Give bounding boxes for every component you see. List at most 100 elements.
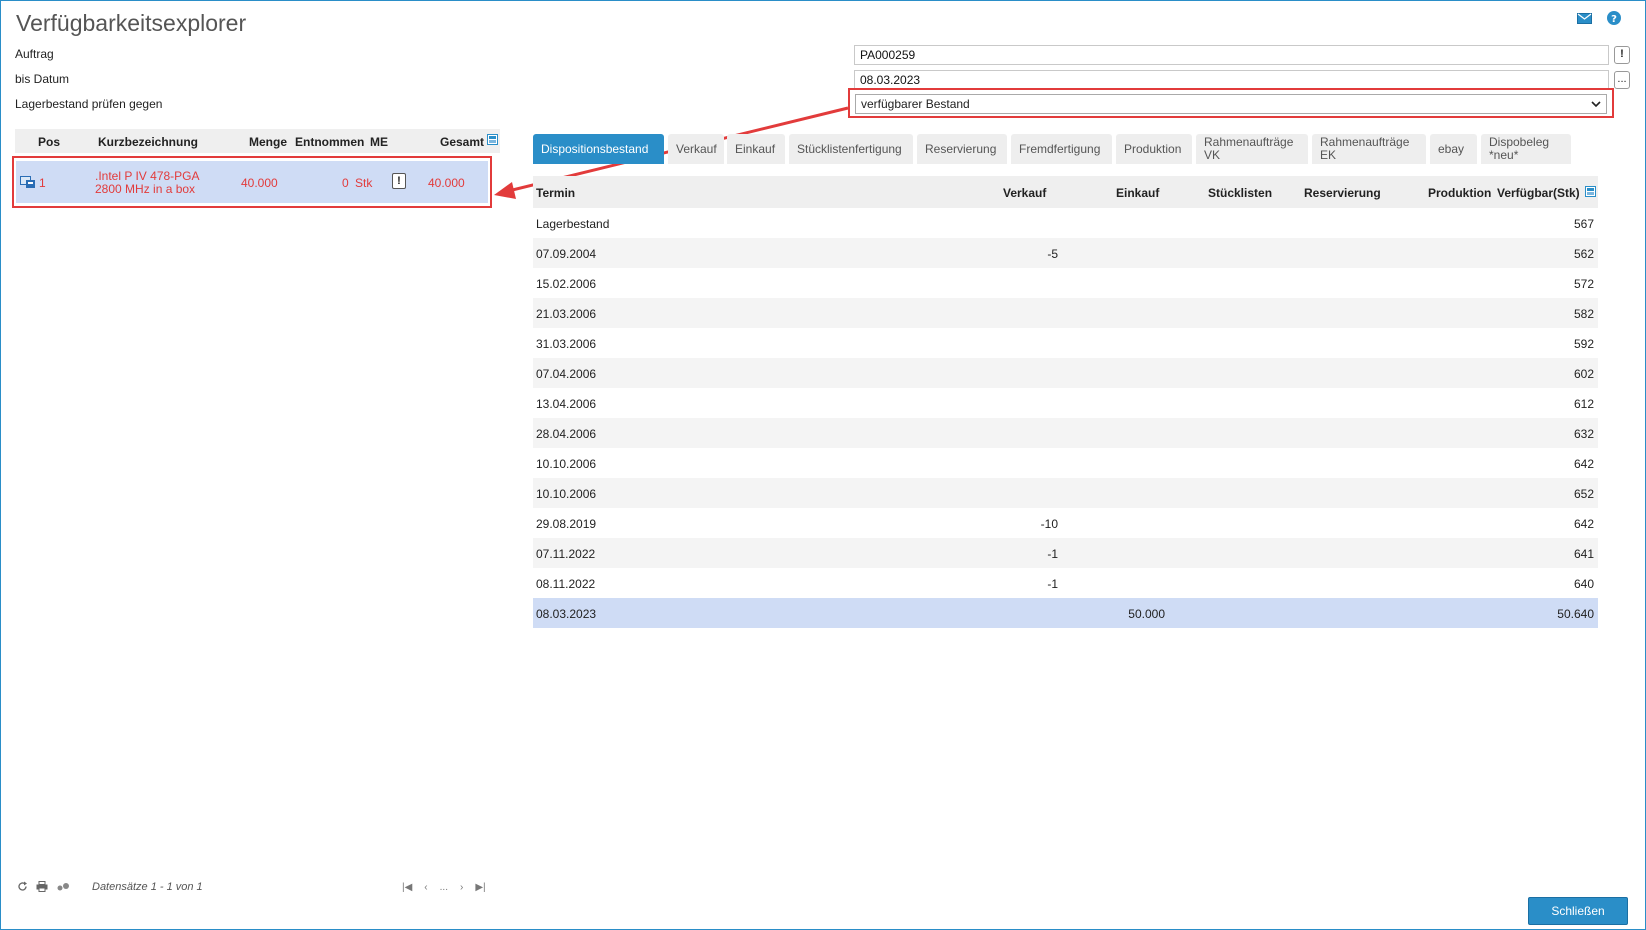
table-row[interactable]: 07.04.2006 602 (533, 358, 1598, 388)
cell-verfuegbar: 562 (1573, 247, 1594, 261)
col-verfuegbar[interactable]: Verfügbar(Stk) (1497, 186, 1580, 200)
tab-einkauf[interactable]: Einkauf (727, 134, 785, 164)
availability-grid: Termin Verkauf Einkauf Stücklisten Reser… (533, 176, 1598, 628)
col-menge[interactable]: Menge (249, 135, 287, 149)
table-row[interactable]: 15.02.2006 572 (533, 268, 1598, 298)
table-row[interactable]: 28.04.2006 632 (533, 418, 1598, 448)
row-entnommen: 0 (342, 176, 349, 190)
table-row[interactable]: 1 .Intel P IV 478-PGA 2800 MHz in a box … (16, 161, 488, 203)
tab-rahmenauftraege-ek[interactable]: Rahmenaufträge EK (1312, 134, 1426, 164)
col-stuecklisten[interactable]: Stücklisten (1208, 186, 1272, 200)
cell-einkauf: 50.000 (1128, 607, 1165, 621)
left-grid-highlight: 1 .Intel P IV 478-PGA 2800 MHz in a box … (12, 156, 492, 208)
table-row[interactable]: 08.03.2023 50.000 50.640 (533, 598, 1598, 628)
col-gesamt[interactable]: Gesamt (440, 135, 484, 149)
tab-reservierung[interactable]: Reservierung (917, 134, 1007, 164)
column-chooser-icon[interactable] (1585, 186, 1596, 200)
left-grid-header: Pos Kurzbezeichnung Menge Entnommen ME G… (15, 129, 500, 153)
row-gesamt: 40.000 (428, 176, 465, 190)
settings-icon[interactable] (56, 881, 70, 895)
table-row[interactable]: 10.10.2006 642 (533, 448, 1598, 478)
table-row[interactable]: 10.10.2006 652 (533, 478, 1598, 508)
cell-verfuegbar: 592 (1573, 337, 1594, 351)
table-row[interactable]: 07.09.2004 -5 562 (533, 238, 1598, 268)
lager-select[interactable]: verfügbarer Bestand (855, 94, 1607, 114)
table-row[interactable]: 08.11.2022 -1 640 (533, 568, 1598, 598)
lager-select-value: verfügbarer Bestand (861, 97, 970, 111)
first-page-icon[interactable]: |◀ (402, 882, 412, 893)
cell-termin: 08.03.2023 (536, 607, 597, 621)
col-kurzbezeichnung[interactable]: Kurzbezeichnung (98, 135, 198, 149)
col-pos[interactable]: Pos (38, 135, 60, 149)
col-termin[interactable]: Termin (536, 186, 575, 200)
col-einkauf[interactable]: Einkauf (1116, 186, 1159, 200)
next-page-icon[interactable]: › (460, 882, 463, 893)
cell-verfuegbar: 50.640 (1557, 607, 1594, 621)
prev-page-icon[interactable]: ‹ (424, 882, 427, 893)
row-me: Stk (355, 176, 373, 190)
cell-verfuegbar: 642 (1573, 517, 1594, 531)
tab-dispobeleg-line2: *neu* (1489, 148, 1519, 162)
table-row[interactable]: 21.03.2006 582 (533, 298, 1598, 328)
pager-ellipsis[interactable]: ... (440, 882, 448, 893)
tab-produktion[interactable]: Produktion (1116, 134, 1192, 164)
cell-verfuegbar: 572 (1573, 277, 1594, 291)
tab-ebay[interactable]: ebay (1430, 134, 1477, 164)
tab-rahmenauftraege-vk-line2: VK (1204, 148, 1221, 162)
table-row[interactable]: 31.03.2006 592 (533, 328, 1598, 358)
cell-verkauf: -10 (1040, 517, 1058, 531)
tab-rahmenauftraege-vk[interactable]: Rahmenaufträge VK (1196, 134, 1308, 164)
tab-verkauf[interactable]: Verkauf (668, 134, 724, 164)
cell-termin: 28.04.2006 (536, 427, 597, 441)
tab-dispositionsbestand[interactable]: Dispositionsbestand (533, 134, 664, 164)
table-row[interactable]: 07.11.2022 -1 641 (533, 538, 1598, 568)
cell-verkauf: -5 (1047, 247, 1058, 261)
row-menge: 40.000 (241, 176, 278, 190)
cell-verkauf: -1 (1047, 547, 1058, 561)
tab-stuecklistenfertigung[interactable]: Stücklistenfertigung (789, 134, 913, 164)
record-count: Datensätze 1 - 1 von 1 (92, 881, 203, 893)
auftrag-input[interactable]: PA000259 (854, 45, 1609, 65)
cell-verfuegbar: 602 (1573, 367, 1594, 381)
mail-icon[interactable] (1576, 10, 1592, 26)
cell-termin: Lagerbestand (536, 217, 610, 231)
auftrag-label: Auftrag (15, 47, 54, 61)
col-entnommen[interactable]: Entnommen (295, 135, 364, 149)
cell-termin: 07.09.2004 (536, 247, 597, 261)
datum-picker-button[interactable]: ... (1614, 71, 1630, 89)
datum-input[interactable]: 08.03.2023 (854, 70, 1609, 90)
col-verkauf[interactable]: Verkauf (1003, 186, 1046, 200)
tab-dispobeleg[interactable]: Dispobeleg *neu* (1481, 134, 1571, 164)
auftrag-info-button[interactable]: ! (1614, 46, 1630, 64)
cell-termin: 07.11.2022 (536, 547, 596, 561)
col-produktion[interactable]: Produktion (1428, 186, 1491, 200)
cell-verfuegbar: 582 (1573, 307, 1594, 321)
col-reservierung[interactable]: Reservierung (1304, 186, 1381, 200)
close-button[interactable]: Schließen (1528, 897, 1628, 925)
cell-verfuegbar: 567 (1573, 217, 1594, 231)
row-info-button[interactable]: ! (392, 173, 406, 189)
table-row[interactable]: 29.08.2019 -10 642 (533, 508, 1598, 538)
cell-termin: 08.11.2022 (536, 577, 596, 591)
lager-label: Lagerbestand prüfen gegen (15, 97, 163, 111)
table-row[interactable]: 13.04.2006 612 (533, 388, 1598, 418)
help-icon[interactable]: ? (1606, 10, 1622, 26)
datum-label: bis Datum (15, 72, 70, 86)
row-pos: 1 (39, 176, 46, 190)
print-icon[interactable] (36, 881, 48, 895)
cell-termin: 07.04.2006 (536, 367, 597, 381)
tab-fremdfertigung[interactable]: Fremdfertigung (1011, 134, 1112, 164)
row-kurz-line2: 2800 MHz in a box (95, 182, 196, 196)
refresh-icon[interactable] (17, 881, 28, 895)
row-kurz-line1: .Intel P IV 478-PGA (95, 169, 200, 183)
last-page-icon[interactable]: ▶| (475, 882, 485, 893)
cell-termin: 13.04.2006 (536, 397, 597, 411)
table-row[interactable]: Lagerbestand 567 (533, 208, 1598, 238)
article-icon[interactable] (20, 175, 36, 192)
col-me[interactable]: ME (370, 135, 388, 149)
right-grid-header: Termin Verkauf Einkauf Stücklisten Reser… (533, 176, 1598, 208)
pager: |◀ ‹ ... › ▶| (402, 882, 486, 893)
cell-verfuegbar: 641 (1573, 547, 1594, 561)
lager-highlight: verfügbarer Bestand (848, 88, 1614, 118)
svg-text:?: ? (1611, 14, 1617, 25)
